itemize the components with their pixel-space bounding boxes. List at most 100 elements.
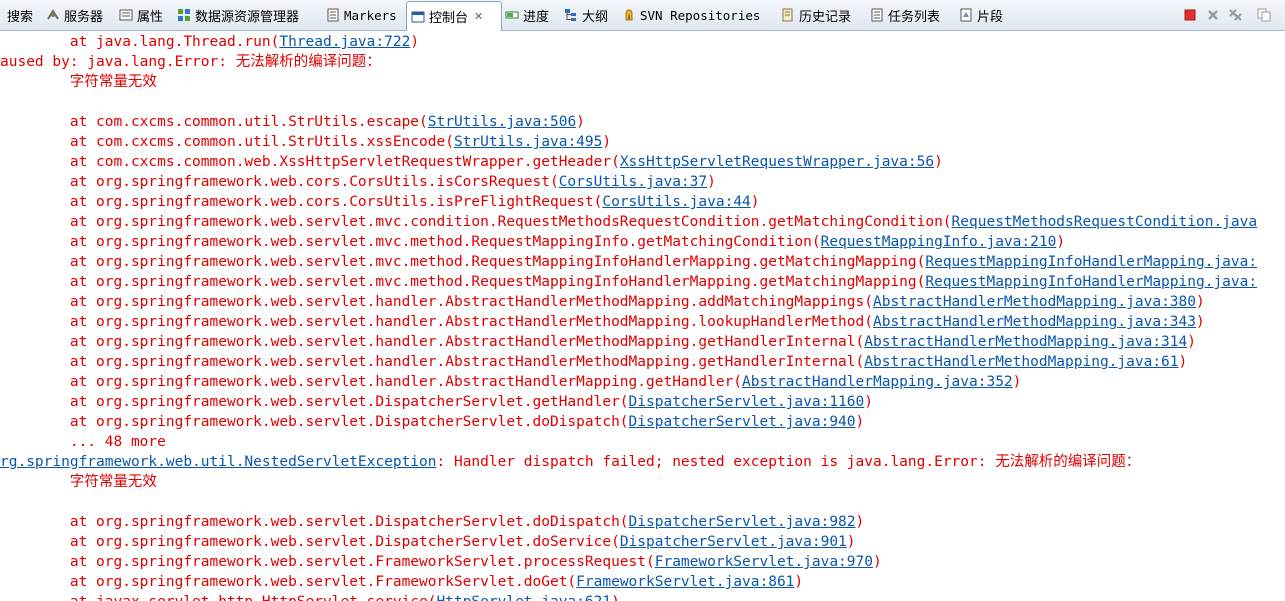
- copy-icon[interactable]: [1256, 7, 1272, 23]
- tab-history[interactable]: 历史记录: [781, 4, 851, 26]
- console-text: at org.springframework.web.cors.CorsUtil…: [0, 174, 559, 190]
- tab-data-source-explorer[interactable]: 数据源资源管理器: [177, 4, 299, 26]
- tab-properties[interactable]: 属性: [119, 4, 163, 26]
- source-link[interactable]: AbstractHandlerMethodMapping.java:343: [873, 314, 1196, 330]
- source-link[interactable]: CorsUtils.java:37: [559, 174, 707, 190]
- console-text: ): [1187, 334, 1196, 350]
- console-text: aused by: java.lang.Error: 无法解析的编译问题：: [0, 54, 381, 70]
- source-link[interactable]: HttpServlet.java:621: [437, 594, 612, 601]
- source-link[interactable]: CorsUtils.java:44: [602, 194, 750, 210]
- source-link[interactable]: rg.springframework.web.util.NestedServle…: [0, 454, 437, 470]
- terminate-icon[interactable]: [1182, 7, 1198, 23]
- console-text: ): [1012, 374, 1022, 390]
- task-list-icon: [870, 8, 884, 22]
- console-line: ... 48 more: [0, 432, 166, 452]
- console-line: at javax.servlet.http.HttpServlet.servic…: [0, 592, 620, 601]
- search-icon: [0, 8, 4, 22]
- source-link[interactable]: AbstractHandlerMethodMapping.java:61: [864, 354, 1178, 370]
- console-view: 搜索 服务器 属性 数据源资源管理器 Markers 控制台 ✕ 进度 大纲 S…: [0, 0, 1285, 601]
- source-link[interactable]: XssHttpServletRequestWrapper.java:56: [620, 154, 934, 170]
- tab-label: 进度: [523, 9, 550, 25]
- console-text: ): [611, 594, 620, 601]
- console-icon: [411, 10, 425, 24]
- console-line: at java.lang.Thread.run(Thread.java:722): [0, 32, 419, 52]
- console-text: ): [846, 534, 856, 550]
- source-link[interactable]: FrameworkServlet.java:970: [655, 554, 873, 570]
- markers-icon: [326, 8, 340, 22]
- source-link[interactable]: DispatcherServlet.java:1160: [629, 394, 865, 410]
- remove-all-icon[interactable]: [1228, 7, 1244, 23]
- console-line: rg.springframework.web.util.NestedServle…: [0, 452, 1140, 472]
- progress-icon: [505, 8, 519, 22]
- console-text: at org.springframework.web.servlet.Dispa…: [0, 534, 620, 550]
- tab-outline[interactable]: 大纲: [564, 4, 608, 26]
- console-text: at org.springframework.web.servlet.Frame…: [0, 554, 655, 570]
- console-line: at org.springframework.web.servlet.mvc.m…: [0, 252, 1257, 272]
- source-link[interactable]: AbstractHandlerMapping.java:352: [742, 374, 1013, 390]
- console-line: at org.springframework.web.servlet.handl…: [0, 312, 1205, 332]
- tab-label: 大纲: [582, 9, 609, 25]
- console-text: at org.springframework.web.servlet.mvc.m…: [0, 274, 926, 290]
- console-text: at org.springframework.web.servlet.handl…: [0, 354, 865, 370]
- source-link[interactable]: StrUtils.java:495: [454, 134, 602, 150]
- console-text: ): [1196, 314, 1205, 330]
- console-text: ): [855, 414, 865, 430]
- tab-svn-repositories[interactable]: SVN Repositories: [622, 4, 760, 26]
- remove-launch-icon[interactable]: [1205, 7, 1221, 23]
- console-text: : Handler dispatch failed; nested except…: [436, 454, 1141, 470]
- source-link[interactable]: RequestMappingInfo.java:210: [821, 234, 1057, 250]
- console-text: at com.cxcms.common.util.StrUtils.xssEnc…: [0, 134, 454, 150]
- source-link[interactable]: DispatcherServlet.java:901: [620, 534, 847, 550]
- tab-label: 任务列表: [888, 9, 941, 25]
- console-text: at com.cxcms.common.web.XssHttpServletRe…: [0, 154, 620, 170]
- console-line: at org.springframework.web.servlet.mvc.m…: [0, 232, 1065, 252]
- properties-icon: [119, 8, 133, 22]
- servers-icon: [46, 8, 60, 22]
- console-line: at org.springframework.web.servlet.Dispa…: [0, 532, 856, 552]
- console-text: ): [872, 554, 882, 570]
- tab-label: SVN Repositories: [640, 7, 761, 23]
- tab-label: 片段: [977, 9, 1004, 25]
- source-link[interactable]: DispatcherServlet.java:982: [629, 514, 856, 530]
- console-text: at org.springframework.web.servlet.mvc.m…: [0, 234, 821, 250]
- console-line: at org.springframework.web.servlet.Dispa…: [0, 512, 864, 532]
- source-link[interactable]: RequestMethodsRequestCondition.java: [952, 214, 1258, 230]
- snippets-icon: [959, 8, 973, 22]
- console-text: at org.springframework.web.servlet.Frame…: [0, 574, 577, 590]
- tab-label: 控制台: [429, 11, 469, 26]
- console-text: at org.springframework.web.servlet.handl…: [0, 374, 743, 390]
- tab-servers[interactable]: 服务器: [46, 4, 103, 26]
- close-icon[interactable]: ✕: [474, 11, 483, 22]
- data-source-icon: [177, 8, 191, 22]
- tab-console[interactable]: 控制台 ✕: [406, 1, 502, 31]
- console-text: ): [855, 514, 865, 530]
- tab-search[interactable]: 搜索: [0, 4, 33, 26]
- source-link[interactable]: StrUtils.java:506: [428, 114, 576, 130]
- console-output: at java.lang.Thread.run(Thread.java:722)…: [0, 31, 1285, 601]
- view-tab-bar: 搜索 服务器 属性 数据源资源管理器 Markers 控制台 ✕ 进度 大纲 S…: [0, 0, 1285, 31]
- console-text: at org.springframework.web.servlet.mvc.c…: [0, 214, 952, 230]
- console-text: ): [707, 174, 716, 190]
- outline-icon: [564, 8, 578, 22]
- tab-progress[interactable]: 进度: [505, 4, 549, 26]
- source-link[interactable]: AbstractHandlerMethodMapping.java:380: [873, 294, 1196, 310]
- source-link[interactable]: DispatcherServlet.java:940: [629, 414, 856, 430]
- console-text: ): [794, 574, 804, 590]
- source-link[interactable]: FrameworkServlet.java:861: [576, 574, 794, 590]
- console-line: 字符常量无效: [0, 72, 157, 92]
- console-text: at java.lang.Thread.run(: [0, 34, 280, 50]
- source-link[interactable]: RequestMappingInfoHandlerMapping.java:: [925, 274, 1257, 290]
- tab-task-list[interactable]: 任务列表: [870, 4, 940, 26]
- console-line: at com.cxcms.common.web.XssHttpServletRe…: [0, 152, 943, 172]
- console-text: at org.springframework.web.servlet.handl…: [0, 314, 873, 330]
- console-text: ): [1056, 234, 1066, 250]
- source-link[interactable]: RequestMappingInfoHandlerMapping.java:: [925, 254, 1257, 270]
- console-line: at org.springframework.web.servlet.handl…: [0, 352, 1187, 372]
- tab-snippets[interactable]: 片段: [959, 4, 1003, 26]
- source-link[interactable]: Thread.java:722: [279, 34, 410, 50]
- console-text: ): [864, 394, 873, 410]
- tab-markers[interactable]: Markers: [326, 4, 397, 26]
- console-text: at org.springframework.web.servlet.Dispa…: [0, 394, 629, 410]
- source-link[interactable]: AbstractHandlerMethodMapping.java:314: [864, 334, 1187, 350]
- tab-label: 服务器: [64, 9, 104, 25]
